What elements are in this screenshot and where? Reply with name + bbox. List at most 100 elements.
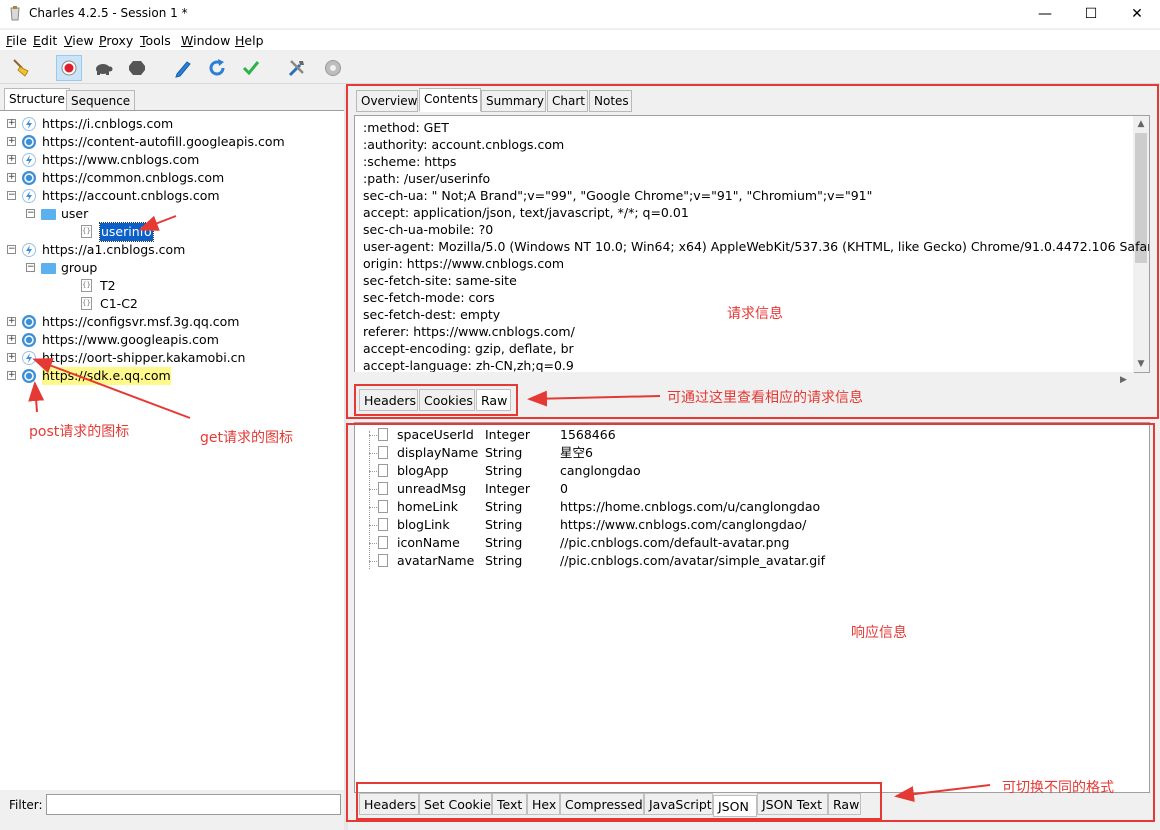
expand-icon[interactable]: + [7, 317, 16, 326]
json-key: iconName [397, 535, 460, 550]
expand-icon[interactable]: + [7, 155, 16, 164]
expand-icon[interactable]: + [7, 335, 16, 344]
menu-item-edit[interactable]: Edit [33, 33, 57, 48]
record-icon[interactable] [56, 55, 82, 81]
expand-icon[interactable]: + [7, 173, 16, 182]
tree-item[interactable]: − https://a1.cnblogs.com [0, 241, 340, 259]
scroll-right-arrow-icon[interactable]: ▶ [1120, 372, 1134, 388]
response-tab-hex[interactable]: Hex [527, 793, 560, 815]
tree-item[interactable]: − group [0, 259, 340, 277]
document-icon: {} [81, 279, 92, 292]
tree-item-label: https://oort-shipper.kakamobi.cn [42, 350, 246, 365]
pen-icon[interactable] [170, 55, 196, 81]
tree-item[interactable]: + https://oort-shipper.kakamobi.cn [0, 349, 340, 367]
tree-item[interactable]: + https://i.cnblogs.com [0, 115, 340, 133]
menu-item-help[interactable]: Help [235, 33, 264, 48]
expand-icon[interactable]: + [7, 353, 16, 362]
tree-item[interactable]: + https://sdk.e.qq.com [0, 367, 340, 385]
request-tab-raw[interactable]: Raw [476, 389, 511, 411]
request-header-line: sec-ch-ua: " Not;A Brand";v="99", "Googl… [363, 188, 873, 203]
expand-icon[interactable]: + [7, 119, 16, 128]
tree-item[interactable]: − user [0, 205, 340, 223]
menu-item-view[interactable]: View [64, 33, 94, 48]
tree-item[interactable]: + https://www.cnblogs.com [0, 151, 340, 169]
menu-item-file[interactable]: File [6, 33, 27, 48]
tree-item-label: https://configsvr.msf.3g.qq.com [42, 314, 240, 329]
minimize-button[interactable]: — [1022, 0, 1068, 28]
stop-icon[interactable] [124, 55, 150, 81]
pane-splitter[interactable] [344, 86, 348, 830]
settings-icon[interactable] [320, 55, 346, 81]
scroll-up-arrow-icon[interactable]: ▲ [1133, 116, 1149, 132]
tab-contents[interactable]: Contents [419, 88, 481, 112]
collapse-icon[interactable]: − [26, 209, 35, 218]
tab-summary[interactable]: Summary [481, 90, 546, 112]
post-request-icon [22, 315, 36, 329]
json-type: String [485, 517, 523, 532]
menu-item-proxy[interactable]: Proxy [99, 33, 133, 48]
collapse-icon[interactable]: − [26, 263, 35, 272]
request-tab-headers[interactable]: Headers [359, 389, 418, 411]
response-tab-set-cookie[interactable]: Set Cookie [419, 793, 492, 815]
request-header-line: :path: /user/userinfo [363, 171, 491, 186]
toolbar [0, 52, 1160, 84]
json-row[interactable]: spaceUserId Integer 1568466 [355, 426, 1145, 444]
tree-item[interactable]: + https://content-autofill.googleapis.com [0, 133, 340, 151]
json-row[interactable]: unreadMsg Integer 0 [355, 480, 1145, 498]
tree-item[interactable]: + https://www.googleapis.com [0, 331, 340, 349]
turtle-icon[interactable] [90, 55, 116, 81]
response-tab-compressed[interactable]: Compressed [560, 793, 644, 815]
json-row[interactable]: blogLink String https://www.cnblogs.com/ca… [355, 516, 1145, 534]
response-tab-text[interactable]: Text [492, 793, 527, 815]
document-icon: {} [81, 297, 92, 310]
tools-icon[interactable] [284, 55, 310, 81]
json-key: displayName [397, 445, 479, 460]
tree-item[interactable]: {} C1-C2 [0, 295, 340, 313]
tab-overview[interactable]: Overview [356, 90, 418, 112]
collapse-icon[interactable]: − [7, 245, 16, 254]
response-tab-json-text[interactable]: JSON Text [757, 793, 828, 815]
tree-item[interactable]: {} T2 [0, 277, 340, 295]
filter-input[interactable] [46, 794, 341, 815]
tree-item[interactable]: {} userinfo [0, 222, 340, 242]
refresh-icon[interactable] [204, 55, 230, 81]
request-tab-cookies[interactable]: Cookies [419, 389, 475, 411]
tree-item[interactable]: + https://common.cnblogs.com [0, 169, 340, 187]
broom-icon[interactable] [8, 55, 34, 81]
json-row[interactable]: iconName String //pic.cnblogs.com/default-… [355, 534, 1145, 552]
close-button[interactable]: ✕ [1114, 0, 1160, 28]
menu-label-rest: dit [40, 33, 58, 48]
scroll-down-arrow-icon[interactable]: ▼ [1133, 356, 1149, 372]
json-type: String [485, 535, 523, 550]
check-icon[interactable] [238, 55, 264, 81]
tab-sequence[interactable]: Sequence [66, 90, 136, 112]
collapse-icon[interactable]: − [7, 191, 16, 200]
json-value: 星空6 [560, 445, 593, 460]
response-tab-headers[interactable]: Headers [359, 793, 419, 815]
tree-item[interactable]: + https://configsvr.msf.3g.qq.com [0, 313, 340, 331]
expand-icon[interactable]: + [7, 137, 16, 146]
tree-item[interactable]: − https://account.cnblogs.com [0, 187, 340, 205]
request-header-line: sec-fetch-site: same-site [363, 273, 517, 288]
json-row[interactable]: avatarName String //pic.cnblogs.com/avatar… [355, 552, 1145, 570]
menu-accelerator: H [235, 33, 245, 48]
json-row[interactable]: blogApp String canglongdao [355, 462, 1145, 480]
json-row[interactable]: displayName String 星空6 [355, 444, 1145, 462]
json-value: canglongdao [560, 463, 641, 478]
request-horizontal-scrollbar[interactable]: ▶ [354, 372, 1134, 388]
expand-icon[interactable]: + [7, 371, 16, 380]
maximize-button[interactable]: ☐ [1068, 0, 1114, 28]
response-tab-json[interactable]: JSON [713, 795, 757, 817]
folder-icon [41, 209, 56, 220]
json-type: String [485, 445, 523, 460]
json-row[interactable]: homeLink String https://home.cnblogs.com/u… [355, 498, 1145, 516]
arrow-to-request-tabs [527, 390, 661, 407]
menu-item-tools[interactable]: Tools [140, 33, 171, 48]
response-tab-raw[interactable]: Raw [828, 793, 861, 815]
response-tab-javascript[interactable]: JavaScript [644, 793, 713, 815]
tab-chart[interactable]: Chart [547, 90, 588, 112]
tab-structure[interactable]: Structure [4, 88, 70, 112]
tab-notes[interactable]: Notes [589, 90, 632, 112]
menu-item-window[interactable]: Window [181, 33, 230, 48]
request-header-line: sec-fetch-mode: cors [363, 290, 495, 305]
